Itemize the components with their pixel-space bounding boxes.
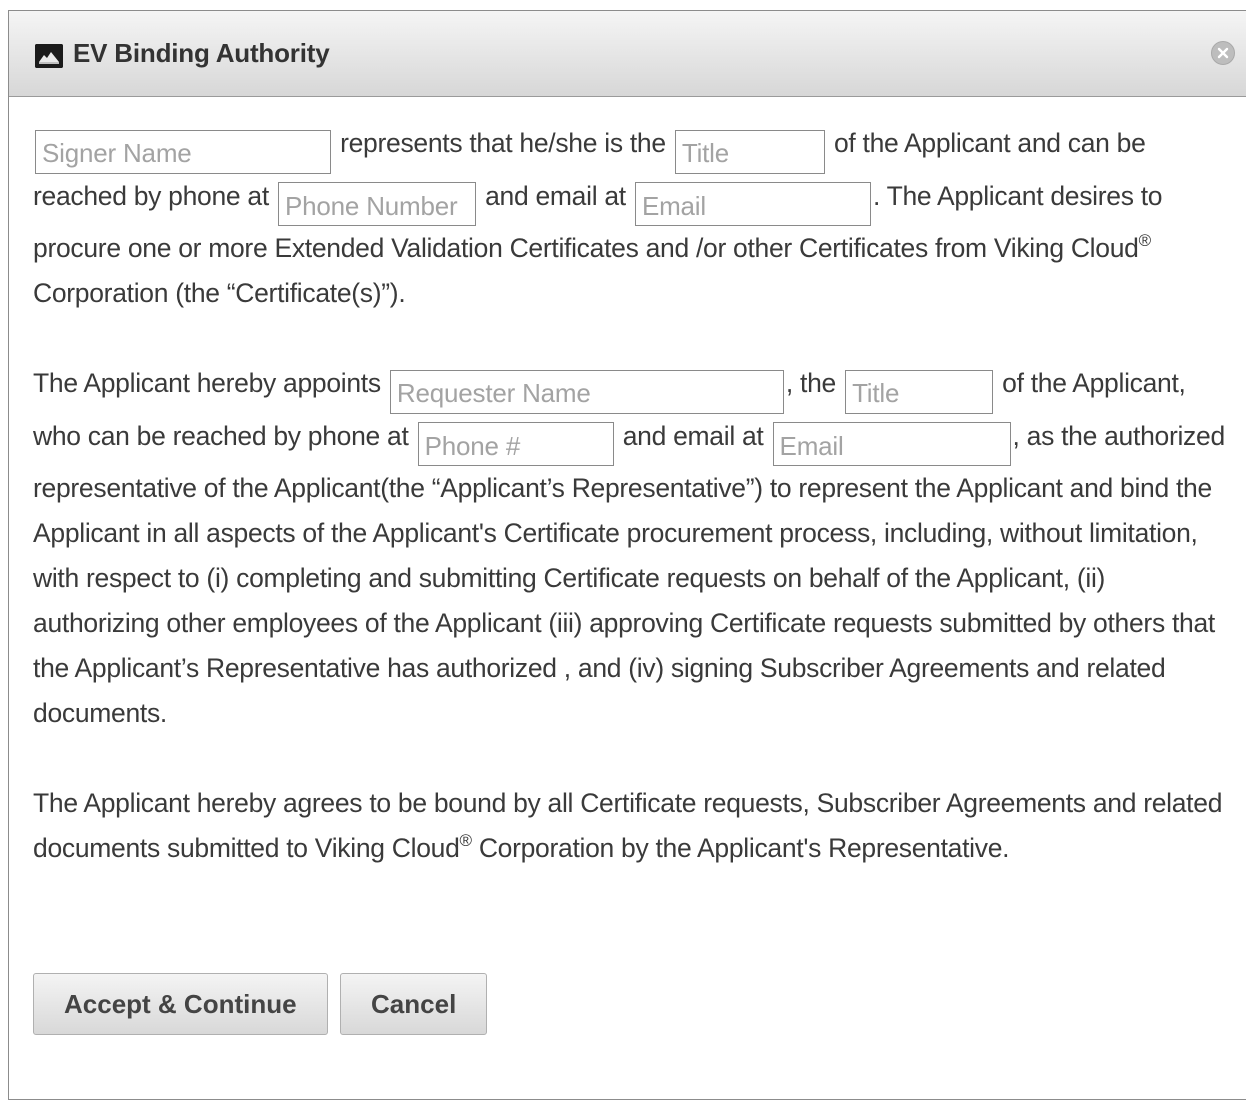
- accept-continue-button[interactable]: Accept & Continue: [33, 973, 328, 1035]
- registered-mark: ®: [459, 831, 473, 850]
- paragraph-text: , as the authorized representative of th…: [33, 420, 1225, 729]
- signer-title-input[interactable]: [674, 129, 825, 174]
- paragraph-text: The Applicant hereby appoints: [33, 368, 381, 398]
- paragraph-text: Corporation by the Applicant's Represent…: [471, 833, 1010, 863]
- requester-phone-input[interactable]: [417, 422, 614, 466]
- signer-email-input[interactable]: [634, 182, 871, 226]
- registered-mark: ®: [1138, 231, 1152, 250]
- paragraph-text: Corporation (the “Certificate(s)”).: [33, 278, 406, 308]
- paragraph-text: represents that he/she is the: [340, 128, 666, 158]
- dialog-title: EV Binding Authority: [73, 38, 330, 68]
- cancel-button[interactable]: Cancel: [340, 973, 488, 1035]
- signer-phone-input[interactable]: [278, 182, 477, 226]
- signer-name-input[interactable]: [35, 129, 331, 174]
- paragraph-text: and email at: [485, 180, 626, 211]
- representation-paragraph: represents that he/she is the of the App…: [33, 121, 1233, 316]
- paragraph-text: , the: [785, 368, 836, 398]
- dialog-titlebar: EV Binding Authority: [9, 11, 1246, 97]
- close-icon[interactable]: [1211, 41, 1235, 65]
- requester-email-input[interactable]: [772, 422, 1011, 466]
- requester-name-input[interactable]: [389, 369, 784, 414]
- binding-paragraph: The Applicant hereby agrees to be bound …: [33, 781, 1233, 871]
- appointment-paragraph: The Applicant hereby appoints , the of t…: [33, 361, 1233, 736]
- dialog-buttons: Accept & Continue Cancel: [33, 973, 495, 1035]
- requester-title-input[interactable]: [845, 369, 994, 414]
- ev-binding-authority-dialog: EV Binding Authority represents that he/…: [8, 10, 1246, 1100]
- agreement-body: represents that he/she is the of the App…: [33, 121, 1233, 871]
- paragraph-text: and email at: [622, 420, 764, 451]
- app-logo-icon: [35, 44, 63, 68]
